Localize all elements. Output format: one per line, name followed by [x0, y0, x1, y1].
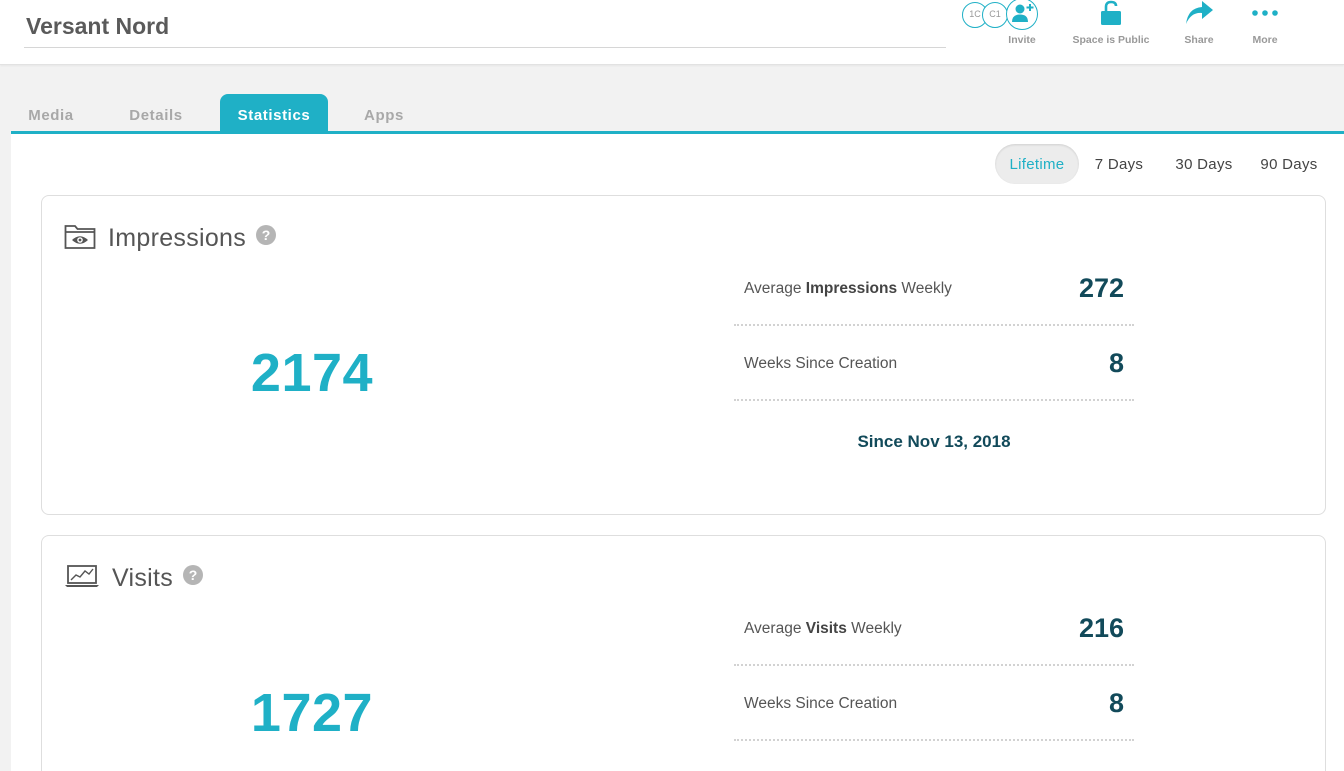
range-30-days[interactable]: 30 Days	[1164, 144, 1244, 184]
unlock-icon	[1099, 0, 1123, 31]
avg-visits-value: 216	[1078, 613, 1124, 643]
space-public-label: Space is Public	[1072, 34, 1150, 46]
range-7-days[interactable]: 7 Days	[1084, 144, 1154, 184]
more-label: More	[1252, 34, 1278, 46]
avg-visits-label: Average Visits Weekly	[744, 620, 902, 637]
visits-title: Visits	[112, 563, 174, 592]
weeks-since-creation-row: Weeks Since Creation 8	[734, 666, 1134, 741]
question-circle-icon[interactable]: ?	[256, 225, 277, 245]
tab-bar: Media Details Statistics Apps	[11, 94, 1344, 134]
weeks-since-creation-value: 8	[1108, 348, 1124, 378]
space-title-input[interactable]: Versant Nord	[24, 6, 946, 48]
header: Versant Nord 1C C1 Invite Space is Publi…	[0, 0, 1344, 65]
visits-total: 1727	[250, 683, 374, 743]
weeks-since-creation-label: Weeks Since Creation	[744, 355, 898, 372]
invite-label: Invite	[1008, 34, 1036, 46]
visits-card: Visits ? 1727 Average Visits Weekly 216 …	[41, 535, 1326, 771]
tab-apps[interactable]: Apps	[344, 94, 424, 131]
folder-eye-icon	[64, 222, 96, 255]
impressions-total: 2174	[250, 343, 374, 403]
impressions-title: Impressions	[108, 223, 247, 252]
weeks-since-creation-row: Weeks Since Creation 8	[734, 326, 1134, 401]
impressions-card: Impressions ? 2174 Average Impressions W…	[41, 195, 1326, 515]
avg-impressions-value: 272	[1078, 273, 1124, 303]
avg-impressions-row: Average Impressions Weekly 272	[734, 251, 1134, 326]
share-arrow-icon	[1183, 0, 1215, 32]
weeks-since-creation-value: 8	[1108, 688, 1124, 718]
statistics-panel: Lifetime 7 Days 30 Days 90 Days Impressi…	[11, 134, 1344, 771]
weeks-since-creation-label: Weeks Since Creation	[744, 695, 898, 712]
user-add-icon	[1006, 0, 1038, 30]
tab-media[interactable]: Media	[11, 94, 91, 131]
range-90-days[interactable]: 90 Days	[1249, 144, 1329, 184]
range-lifetime[interactable]: Lifetime	[995, 144, 1079, 184]
more-button[interactable]: More	[1220, 0, 1310, 46]
tab-details[interactable]: Details	[111, 94, 201, 131]
space-public-button[interactable]: Space is Public	[1066, 0, 1156, 46]
more-dots-icon	[1251, 6, 1279, 24]
since-date: Since Nov 13, 2018	[857, 432, 1011, 451]
question-circle-icon[interactable]: ?	[183, 565, 204, 585]
avg-visits-row: Average Visits Weekly 216	[734, 591, 1134, 666]
laptop-chart-icon	[64, 563, 100, 594]
avg-impressions-label: Average Impressions Weekly	[744, 280, 952, 297]
invite-button[interactable]: Invite	[977, 0, 1067, 46]
tab-statistics[interactable]: Statistics	[220, 94, 328, 131]
